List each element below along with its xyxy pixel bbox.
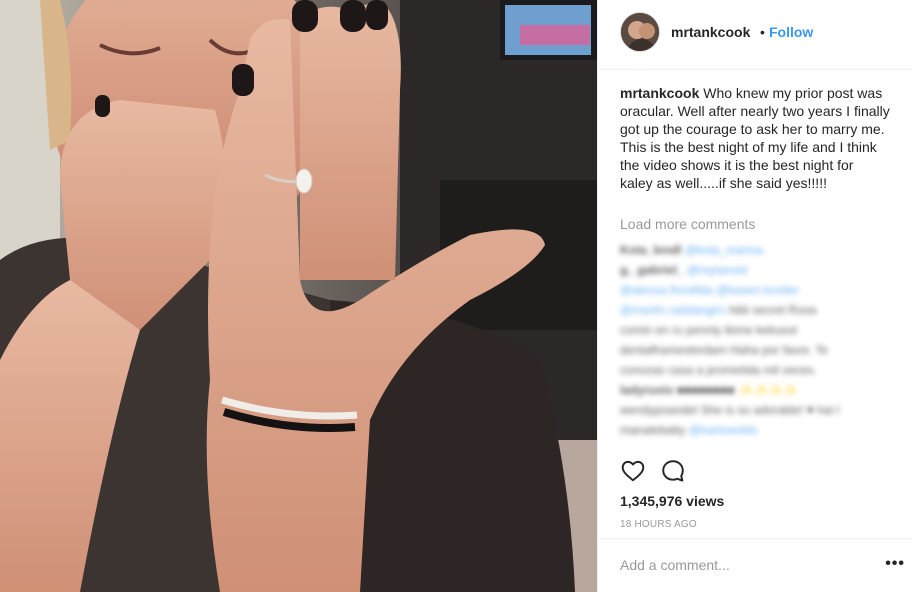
caption-username[interactable]: mrtankcook — [620, 85, 699, 101]
follow-button[interactable]: Follow — [769, 24, 813, 40]
add-comment-input[interactable] — [620, 555, 860, 575]
view-count: 1,345,976 views — [620, 493, 725, 509]
post-caption: mrtankcook Who knew my prior post was or… — [620, 84, 890, 192]
post-timestamp: 18 HOURS AGO — [620, 519, 697, 530]
comment-item: ladyruvio ■■■■■■■■ ✨✨✨✨ — [620, 383, 798, 397]
comment-bubble-icon[interactable] — [660, 458, 686, 484]
add-comment-bar: ••• — [598, 538, 912, 592]
post-header: mrtankcook • Follow — [598, 0, 912, 70]
comment-item: wendypoandel She is so adorable! ♥ hai l — [620, 403, 840, 417]
comment-item: comin en ru pennly ikime kekusol — [620, 323, 797, 337]
comment-item: @martin.raddangirs hiiiii secret Rosa — [620, 303, 817, 317]
post-username[interactable]: mrtankcook — [671, 24, 750, 40]
avatar-image — [621, 13, 659, 51]
comment-item: manalebaby @karlowolds — [620, 423, 758, 437]
comment-item: conozas casa a prometida mil veces. — [620, 363, 817, 377]
comment-item: dentalframesterdam Haha por favor. Te — [620, 343, 828, 357]
load-more-comments-button[interactable]: Load more comments — [620, 216, 755, 232]
comment-item: @alessa.fiorafida @kasen.kostler — [620, 283, 800, 297]
video-frame-image — [0, 0, 597, 592]
post-video[interactable] — [0, 0, 597, 592]
more-options-icon[interactable]: ••• — [885, 555, 905, 573]
heart-icon[interactable] — [620, 458, 646, 484]
post-details-panel: mrtankcook • Follow mrtankcook Who knew … — [597, 0, 912, 592]
separator-dot: • — [760, 24, 765, 40]
avatar[interactable] — [620, 12, 660, 52]
comment-item: Kota_lendl @kota_marina — [620, 243, 763, 257]
comment-item: g._gabriel_ @mytanvid — [620, 263, 747, 277]
comments-list: Kota_lendl @kota_marina g._gabriel_ @myt… — [620, 240, 890, 440]
